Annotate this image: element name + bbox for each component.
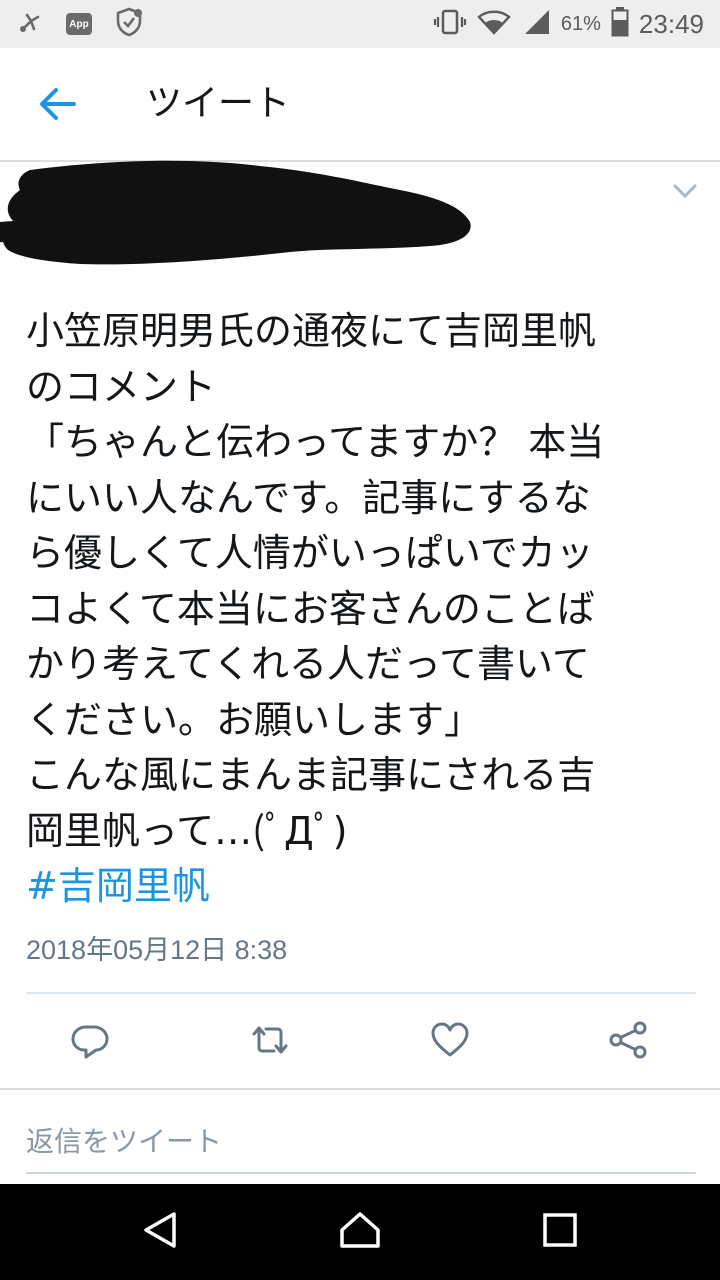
- tweet-actions: [0, 1000, 720, 1084]
- like-button[interactable]: [422, 1014, 478, 1070]
- reply-composer[interactable]: 返信をツイート: [0, 1088, 720, 1188]
- shield-icon: [114, 7, 144, 41]
- back-arrow-icon: [38, 86, 78, 126]
- retweet-button[interactable]: [242, 1014, 298, 1070]
- redacted-author-name: [0, 160, 471, 265]
- signal-icon: [521, 8, 551, 40]
- wifi-icon: [477, 8, 511, 40]
- divider: [26, 992, 696, 994]
- hashtag-link[interactable]: #吉岡里帆: [26, 859, 698, 915]
- app-notification-icon: App: [66, 13, 92, 35]
- page-title: ツイート: [146, 83, 291, 124]
- battery-percent: 61%: [560, 12, 601, 35]
- app-bar: ツイート: [0, 48, 720, 162]
- recents-icon: [541, 1211, 579, 1253]
- share-icon: [608, 1020, 648, 1064]
- retweet-icon: [248, 1020, 292, 1064]
- tweet-author-row: [0, 160, 720, 280]
- vibrate-icon: [433, 8, 467, 40]
- reply-input[interactable]: 返信をツイート: [26, 1120, 222, 1160]
- system-nav-bar: [0, 1184, 720, 1280]
- tweet-timestamp: 2018年05月12日 8:38: [26, 935, 288, 965]
- usb-debug-icon: [18, 9, 44, 39]
- home-icon: [338, 1210, 382, 1254]
- status-bar: App 61% 23:49: [0, 0, 720, 48]
- nav-back-button[interactable]: [132, 1204, 188, 1260]
- nav-home-button[interactable]: [332, 1204, 388, 1260]
- clock: 23:49: [638, 8, 704, 39]
- back-button[interactable]: [28, 78, 88, 134]
- nav-back-icon: [140, 1210, 180, 1254]
- nav-recents-button[interactable]: [532, 1204, 588, 1260]
- reply-input-underline: [26, 1172, 696, 1174]
- tweet-body: 小笠原明男氏の通夜にて吉岡里帆 のコメント 「ちゃんと伝わってますか？ 本当 に…: [26, 304, 698, 915]
- share-button[interactable]: [600, 1014, 656, 1070]
- heart-icon: [430, 1021, 470, 1063]
- battery-icon: [611, 7, 629, 41]
- chevron-down-icon[interactable]: [668, 174, 702, 208]
- tweet-text: 小笠原明男氏の通夜にて吉岡里帆 のコメント 「ちゃんと伝わってますか？ 本当 に…: [26, 309, 605, 853]
- reply-button[interactable]: [62, 1014, 118, 1070]
- reply-icon: [70, 1020, 110, 1064]
